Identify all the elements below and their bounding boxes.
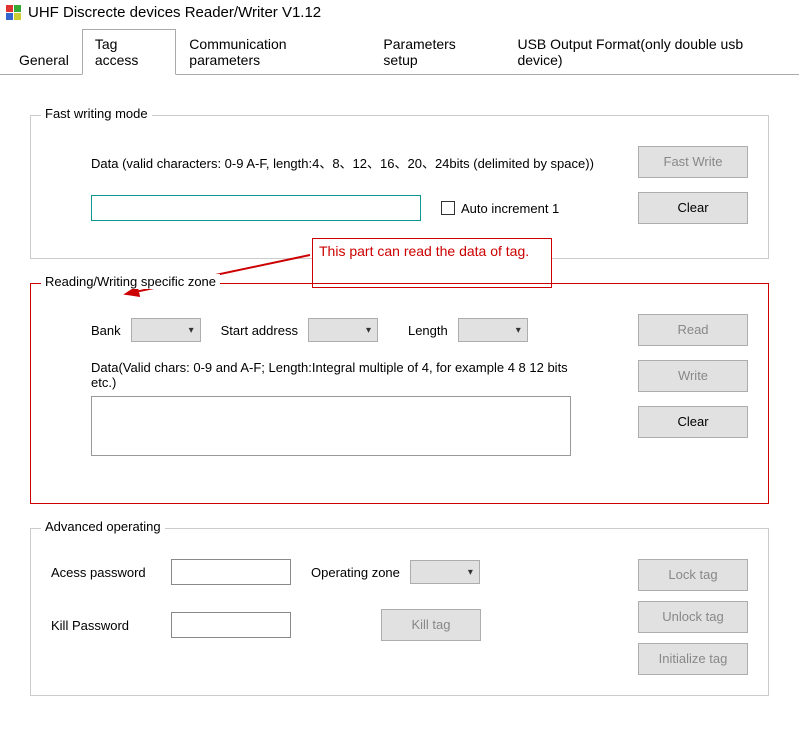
chevron-down-icon: ▾ — [516, 325, 521, 336]
access-pwd-input[interactable] — [171, 559, 291, 585]
kill-pwd-label: Kill Password — [51, 618, 161, 633]
tab-comm-params[interactable]: Communication parameters — [176, 29, 370, 74]
advanced-legend: Advanced operating — [41, 519, 165, 534]
app-icon — [6, 5, 22, 21]
chevron-down-icon: ▾ — [366, 325, 371, 336]
fast-write-input[interactable] — [91, 195, 421, 221]
bank-label: Bank — [91, 323, 121, 338]
tab-general[interactable]: General — [6, 45, 82, 74]
bank-select[interactable]: ▾ — [131, 318, 201, 342]
kill-tag-button[interactable]: Kill tag — [381, 609, 481, 641]
advanced-group: Advanced operating Acess password Operat… — [30, 528, 769, 696]
read-button[interactable]: Read — [638, 314, 748, 346]
length-select[interactable]: ▾ — [458, 318, 528, 342]
tab-content: Fast writing mode Data (valid characters… — [0, 75, 799, 730]
specific-clear-button[interactable]: Clear — [638, 406, 748, 438]
titlebar: UHF Discrecte devices Reader/Writer V1.1… — [0, 0, 799, 25]
specific-zone-group: Reading/Writing specific zone Bank ▾ Sta… — [30, 283, 769, 504]
auto-increment-checkbox[interactable] — [441, 201, 455, 215]
chevron-down-icon: ▾ — [189, 325, 194, 336]
tab-params-setup[interactable]: Parameters setup — [370, 29, 504, 74]
fast-write-hint: Data (valid characters: 0-9 A-F, length:… — [91, 153, 628, 172]
start-addr-label: Start address — [221, 323, 298, 338]
fast-writing-legend: Fast writing mode — [41, 106, 152, 121]
tab-tag-access[interactable]: Tag access — [82, 29, 176, 75]
specific-data-input[interactable] — [91, 396, 571, 456]
kill-pwd-input[interactable] — [171, 612, 291, 638]
operating-zone-select[interactable]: ▾ — [410, 560, 480, 584]
unlock-tag-button[interactable]: Unlock tag — [638, 601, 748, 633]
tabstrip: General Tag access Communication paramet… — [0, 29, 799, 75]
access-pwd-label: Acess password — [51, 565, 161, 580]
chevron-down-icon: ▾ — [468, 567, 473, 578]
window-title: UHF Discrecte devices Reader/Writer V1.1… — [28, 4, 321, 21]
length-label: Length — [408, 323, 448, 338]
fast-clear-button[interactable]: Clear — [638, 192, 748, 224]
specific-data-hint: Data(Valid chars: 0-9 and A-F; Length:In… — [91, 360, 571, 390]
lock-tag-button[interactable]: Lock tag — [638, 559, 748, 591]
auto-increment-label: Auto increment 1 — [461, 201, 559, 216]
fast-write-button[interactable]: Fast Write — [638, 146, 748, 178]
operating-zone-label: Operating zone — [311, 565, 400, 580]
tab-usb-output[interactable]: USB Output Format(only double usb device… — [504, 29, 799, 74]
annotation-callout: This part can read the data of tag. — [312, 238, 552, 288]
start-addr-select[interactable]: ▾ — [308, 318, 378, 342]
write-button[interactable]: Write — [638, 360, 748, 392]
init-tag-button[interactable]: Initialize tag — [638, 643, 748, 675]
specific-zone-legend: Reading/Writing specific zone — [41, 274, 220, 289]
